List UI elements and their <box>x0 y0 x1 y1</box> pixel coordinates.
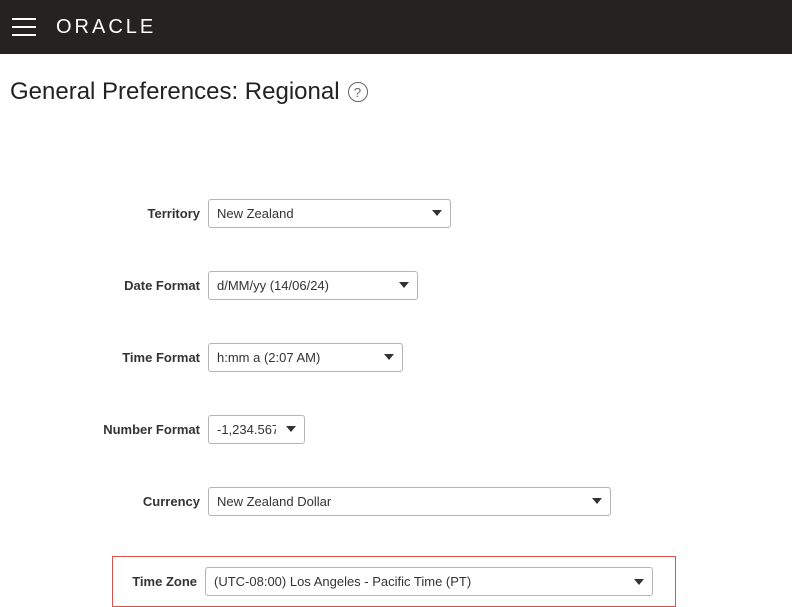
hamburger-menu-icon[interactable] <box>12 18 36 36</box>
content-area: General Preferences: Regional ? Territor… <box>0 54 792 607</box>
brand-logo: ORACLE <box>56 16 156 39</box>
currency-row: Currency New Zealand Dollar <box>10 484 782 518</box>
number-format-label: Number Format <box>10 422 208 437</box>
date-format-select[interactable]: d/MM/yy (14/06/24) <box>208 271 418 300</box>
number-format-row: Number Format -1,234.567 <box>10 412 782 446</box>
time-format-row: Time Format h:mm a (2:07 AM) <box>10 340 782 374</box>
currency-label: Currency <box>10 494 208 509</box>
time-format-label: Time Format <box>10 350 208 365</box>
date-format-row: Date Format d/MM/yy (14/06/24) <box>10 268 782 302</box>
territory-label: Territory <box>10 206 208 221</box>
territory-select[interactable]: New Zealand <box>208 199 451 228</box>
territory-row: Territory New Zealand <box>10 196 782 230</box>
time-format-select[interactable]: h:mm a (2:07 AM) <box>208 343 403 372</box>
number-format-select[interactable]: -1,234.567 <box>208 415 305 444</box>
currency-select[interactable]: New Zealand Dollar <box>208 487 611 516</box>
app-header: ORACLE <box>0 0 792 54</box>
preferences-form: Territory New Zealand Date Format d/MM/y… <box>10 196 782 607</box>
date-format-label: Date Format <box>10 278 208 293</box>
help-icon[interactable]: ? <box>348 82 368 102</box>
page-title-text: General Preferences: Regional <box>10 78 340 106</box>
page-title: General Preferences: Regional ? <box>10 78 782 106</box>
